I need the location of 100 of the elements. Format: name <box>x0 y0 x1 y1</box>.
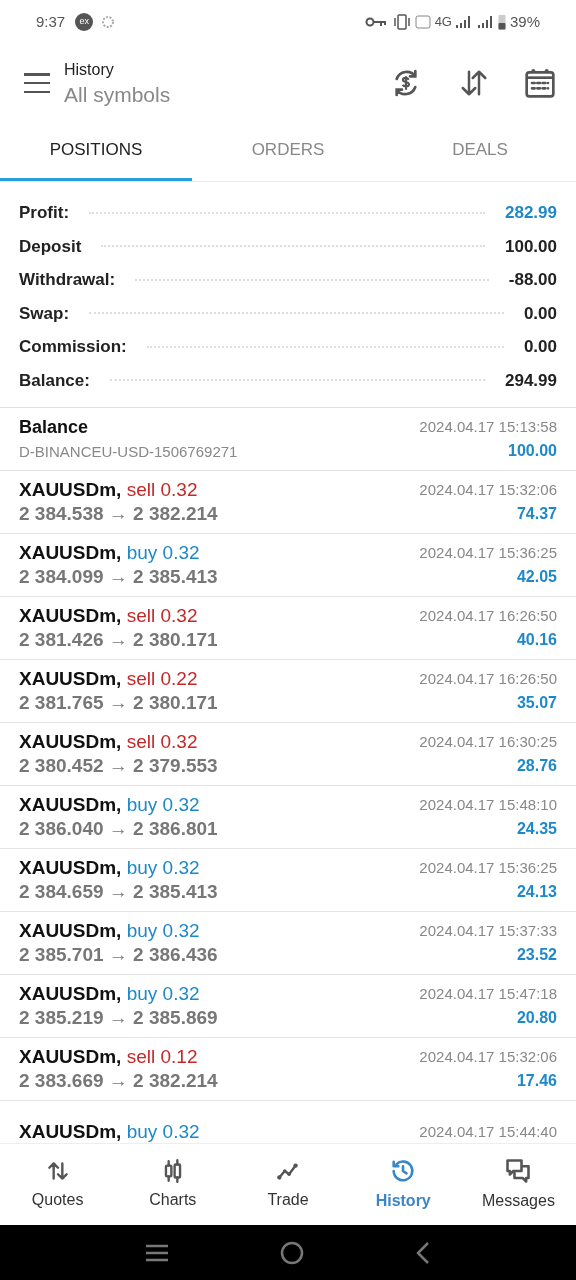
vibrate-icon <box>392 14 411 30</box>
history-row[interactable]: XAUUSDm, buy 0.32 2 384.659 → 2 385.413 2024.04.17 15:36:25 24.13 <box>0 849 576 912</box>
symbol-name: XAUUSDm, <box>19 542 122 563</box>
signal-icon <box>476 15 493 29</box>
price-range: 2 384.659 → 2 385.413 <box>19 880 218 904</box>
summary-label: Profit: <box>19 202 70 224</box>
battery-icon <box>497 14 506 30</box>
symbol-name: XAUUSDm, <box>19 794 122 815</box>
summary-value: 0.00 <box>523 302 557 325</box>
summary-label: Withdrawal: <box>19 269 116 291</box>
nav-tab[interactable]: Messages <box>460 1156 576 1213</box>
symbol-filter[interactable]: All symbols <box>64 81 171 109</box>
symbol-name: XAUUSDm, <box>19 920 122 941</box>
summary-value: 282.99 <box>505 202 557 224</box>
network-type: 4G <box>434 13 452 32</box>
calendar-icon[interactable] <box>524 67 556 99</box>
symbol-name: XAUUSDm, <box>19 605 122 626</box>
nav-tab[interactable]: History <box>345 1156 461 1213</box>
summary-value: -88.00 <box>508 269 557 291</box>
symbol-name: XAUUSDm, <box>19 983 122 1004</box>
history-row[interactable]: XAUUSDm, buy 0.32 2 385.701 → 2 386.436 2024.04.17 15:37:33 23.52 <box>0 912 576 975</box>
row-time: 2024.04.17 16:26:50 <box>419 669 557 689</box>
summary-label: Swap: <box>19 302 70 325</box>
tab[interactable]: DEALS <box>384 122 576 181</box>
price-range: 2 381.426 → 2 380.171 <box>19 628 218 652</box>
clock: 9:37 <box>36 11 66 32</box>
row-time: 2024.04.17 15:44:40 <box>419 1122 557 1142</box>
account-id: D-BINANCEU-USD-1506769271 <box>19 442 238 463</box>
summary-label: Commission: <box>19 336 127 358</box>
history-row[interactable]: XAUUSDm, buy 0.32 2 385.219 → 2 385.869 2024.04.17 15:47:18 20.80 <box>0 975 576 1038</box>
trade-volume: buy 0.32 <box>126 542 200 563</box>
symbol-name: XAUUSDm, <box>19 479 122 500</box>
row-profit: 20.80 <box>516 1008 557 1028</box>
trade-volume: sell 0.32 <box>126 479 198 500</box>
history-row[interactable]: XAUUSDm, buy 0.32 2 384.099 → 2 385.413 2024.04.17 15:36:25 42.05 <box>0 534 576 597</box>
nav-tab[interactable]: Charts <box>115 1157 231 1212</box>
row-time: 2024.04.17 15:36:25 <box>419 858 557 878</box>
screen-title: History <box>64 59 115 80</box>
trade-volume: buy 0.32 <box>126 794 200 815</box>
symbol-name: XAUUSDm, <box>19 731 122 752</box>
price-range: 2 385.701 → 2 386.436 <box>19 943 218 967</box>
history-row[interactable]: XAUUSDm, buy 0.32 2 386.040 → 2 386.801 2024.04.17 15:48:10 24.35 <box>0 786 576 849</box>
row-time: 2024.04.17 15:32:06 <box>419 480 557 500</box>
row-time: 2024.04.17 15:37:33 <box>419 921 557 941</box>
symbol-name: XAUUSDm, <box>19 857 122 878</box>
row-time: 2024.04.17 15:48:10 <box>419 795 557 815</box>
summary-label: Deposit <box>19 235 82 258</box>
trade-volume: sell 0.32 <box>126 731 198 752</box>
trade-volume: buy 0.32 <box>126 1121 200 1142</box>
app-badge: ex <box>75 13 94 31</box>
trade-volume: sell 0.22 <box>126 668 198 689</box>
price-range: 2 385.219 → 2 385.869 <box>19 1006 218 1030</box>
price-range: 2 386.040 → 2 386.801 <box>19 817 218 841</box>
row-profit: 74.37 <box>516 504 557 524</box>
row-title: Balance <box>19 416 90 440</box>
symbol-name: XAUUSDm, <box>19 668 122 689</box>
row-profit: 24.13 <box>516 882 557 902</box>
history-row[interactable]: XAUUSDm, sell 0.32 2 380.452 → 2 379.553 2024.04.17 16:30:25 28.76 <box>0 723 576 786</box>
back-icon[interactable] <box>414 1240 431 1265</box>
price-range: 2 381.765 → 2 380.171 <box>19 691 218 715</box>
battery-level: 39% <box>509 11 540 32</box>
row-profit: 42.05 <box>516 567 557 587</box>
trade-volume: sell 0.12 <box>126 1046 198 1067</box>
price-range: 2 383.669 → 2 382.214 <box>19 1069 218 1093</box>
history-row[interactable]: XAUUSDm, sell 0.32 2 381.426 → 2 380.171 2024.04.17 16:26:50 40.16 <box>0 597 576 660</box>
row-profit: 28.76 <box>516 756 557 776</box>
row-time: 2024.04.17 15:36:25 <box>419 543 557 563</box>
row-profit: 24.35 <box>516 819 557 839</box>
row-time: 2024.04.17 15:32:06 <box>419 1047 557 1067</box>
menu-icon[interactable] <box>24 73 50 93</box>
key-icon <box>364 16 387 28</box>
nav-tab[interactable]: Trade <box>230 1157 346 1212</box>
home-icon[interactable] <box>280 1240 304 1265</box>
symbol-name: XAUUSDm, <box>19 1046 122 1067</box>
tab[interactable]: ORDERS <box>192 122 384 181</box>
tab[interactable]: POSITIONS <box>0 122 192 181</box>
trade-volume: sell 0.32 <box>126 605 198 626</box>
row-profit: 35.07 <box>516 693 557 713</box>
nav-tab[interactable]: Quotes <box>0 1157 116 1212</box>
row-profit: 23.52 <box>516 945 557 965</box>
history-row[interactable]: XAUUSDm, sell 0.12 2 383.669 → 2 382.214 2024.04.17 15:32:06 17.46 <box>0 1038 576 1101</box>
price-range: 2 384.538 → 2 382.214 <box>19 502 218 526</box>
history-row[interactable]: Balance D-BINANCEU-USD-1506769271 2024.04.17 15:13:58 100.00 <box>0 408 576 471</box>
history-row[interactable]: XAUUSDm, sell 0.22 2 381.765 → 2 380.171 2024.04.17 16:26:50 35.07 <box>0 660 576 723</box>
history-row[interactable]: XAUUSDm, sell 0.32 2 384.538 → 2 382.214 2024.04.17 15:32:06 74.37 <box>0 471 576 534</box>
row-time: 2024.04.17 15:47:18 <box>419 984 557 1004</box>
menu-icon[interactable] <box>145 1243 170 1262</box>
summary-value: 100.00 <box>505 235 557 258</box>
trade-volume: buy 0.32 <box>126 857 200 878</box>
price-range: 2 380.452 → 2 379.553 <box>19 754 218 778</box>
summary-value: 294.99 <box>505 369 557 392</box>
row-profit: 100.00 <box>508 441 557 461</box>
trade-volume: buy 0.32 <box>126 920 200 941</box>
summary-label: Balance: <box>19 369 90 392</box>
row-time: 2024.04.17 16:26:50 <box>419 606 557 626</box>
price-range: 2 384.099 → 2 385.413 <box>19 565 218 589</box>
row-profit: 17.46 <box>516 1071 557 1091</box>
symbol-name: XAUUSDm, <box>19 1121 122 1142</box>
trade-volume: buy 0.32 <box>126 983 200 1004</box>
row-time: 2024.04.17 16:30:25 <box>419 732 557 752</box>
